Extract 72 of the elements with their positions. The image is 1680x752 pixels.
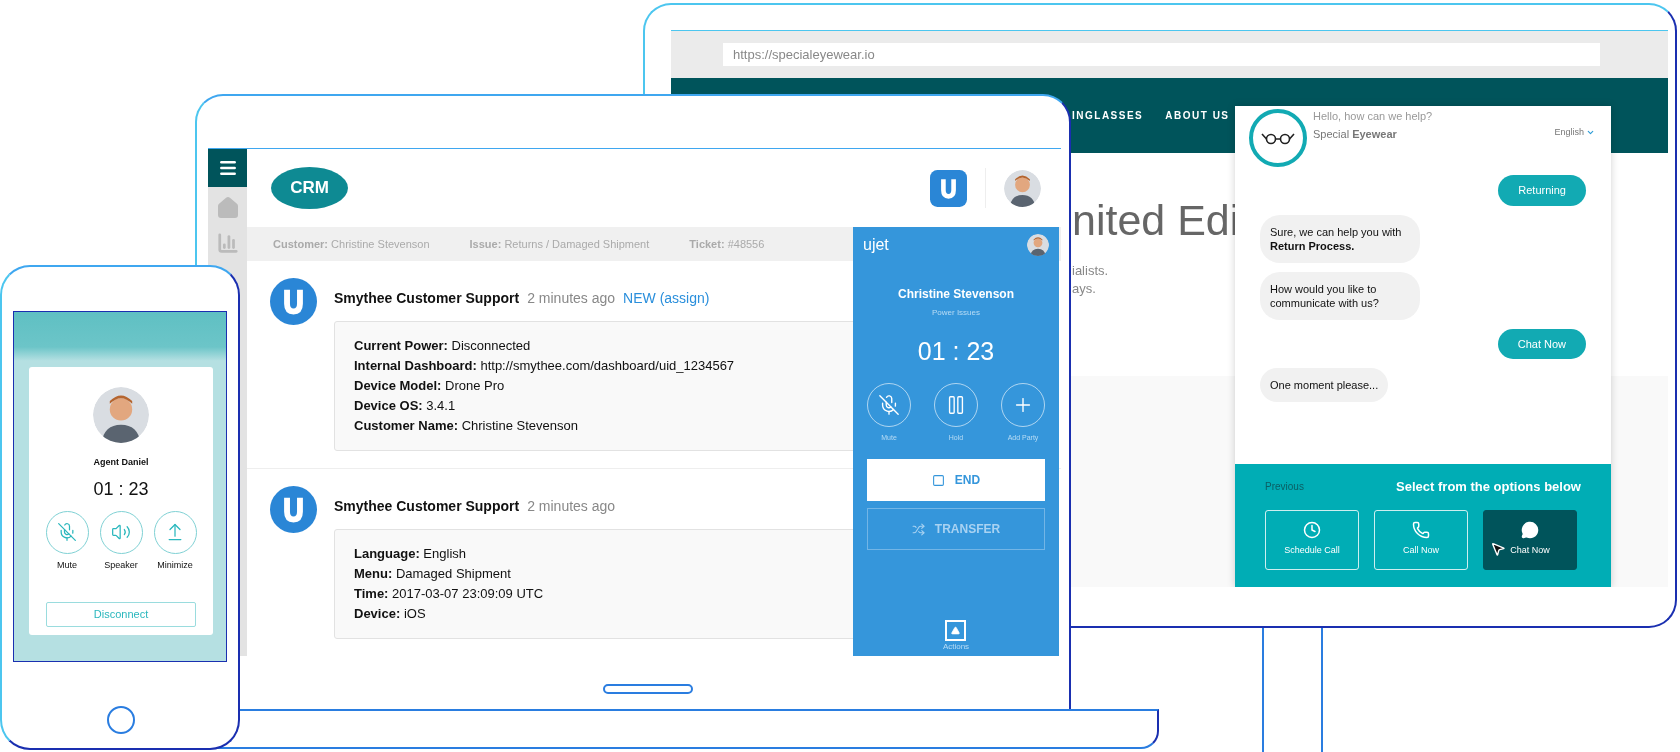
speaker-icon (111, 522, 131, 542)
option-button[interactable]: Schedule Call (1265, 509, 1359, 570)
user-avatar (1004, 169, 1041, 207)
menu-button[interactable] (208, 149, 247, 187)
control-label: Minimize (157, 558, 193, 572)
detail-line: Current Power: Disconnected (354, 337, 531, 355)
crm-logo: CRM (271, 167, 348, 210)
home-button[interactable] (107, 706, 135, 734)
hero-heading: nited Edi (1072, 199, 1240, 242)
post-time: 2 minutes ago (527, 497, 616, 516)
end-button[interactable]: END (867, 459, 1045, 501)
hero-text-line: ialists. (1072, 262, 1109, 280)
message-bubble: Sure, we can help you with Return Process. (1260, 214, 1420, 263)
url-field[interactable]: https://specialeyewear.io (723, 43, 1600, 66)
home-icon[interactable] (215, 196, 240, 220)
shuffle-icon (911, 522, 925, 536)
app-logo (930, 169, 967, 207)
caller-name: Christine Stevenson (898, 286, 1014, 303)
disconnect-button[interactable]: Disconnect (46, 602, 196, 627)
detail-line: Device: iOS (354, 605, 426, 623)
detail-line: Time: 2017-03-07 23:09:09 UTC (354, 585, 544, 603)
speech-bubble-icon (1521, 521, 1539, 540)
cursor-icon (1490, 540, 1506, 557)
phone-icon (1412, 521, 1430, 540)
nav-link[interactable]: INGLASSES (1072, 108, 1144, 123)
post-author: Smythee Customer Support (334, 497, 520, 516)
agent-avatar (1027, 234, 1049, 256)
call-topic: Power Issues (932, 307, 980, 319)
assign-link[interactable]: NEW (assign) (623, 288, 710, 309)
reply-bubble: Chat Now (1497, 328, 1586, 359)
detail-line: Device OS: 3.4.1 (354, 397, 456, 415)
call-timer: 01 : 23 (917, 336, 995, 367)
muted-microphone-icon (57, 522, 77, 542)
ticket-info: Customer: Christine Stevenson (273, 236, 430, 252)
menu-icon (217, 158, 238, 178)
ticket-info: Issue: Returns / Damaged Shipment (469, 236, 650, 252)
ujet-logo: ujet (863, 235, 889, 255)
call-timer: 01 : 23 (93, 477, 149, 501)
detail-line: Menu: Damaged Shipment (354, 565, 511, 583)
author-avatar (270, 486, 317, 533)
detail-line: Customer Name: Christine Stevenson (354, 417, 578, 435)
previous-link[interactable]: Previous (1265, 479, 1304, 495)
reply-bubble: Returning (1498, 175, 1586, 206)
post-author: Smythee Customer Support (334, 289, 520, 308)
agent-avatar (93, 387, 149, 443)
option-button[interactable]: Call Now (1374, 509, 1468, 570)
triangle-icon (951, 626, 961, 635)
nav-link[interactable]: ABOUT US (1165, 108, 1230, 123)
chat-greeting: Hello, how can we help? (1313, 109, 1433, 124)
clock-icon (1303, 521, 1321, 540)
author-avatar (270, 278, 317, 325)
ticket-info: Ticket: #48556 (689, 236, 765, 252)
post-time: 2 minutes ago (527, 289, 616, 308)
detail-line: Device Model: Drone Pro (354, 377, 505, 395)
detail-line: Language: English (354, 545, 466, 563)
language-select[interactable]: English (1554, 126, 1595, 140)
control-label: Mute (57, 558, 77, 572)
actions-button[interactable] (945, 620, 967, 641)
option-button[interactable]: Chat Now (1483, 509, 1577, 570)
muted-microphone-icon (878, 393, 900, 416)
bar-chart-icon[interactable] (216, 232, 239, 254)
message-bubble: One moment please... (1260, 368, 1389, 402)
actions-label: Actions (942, 641, 970, 653)
hero-text-line: ays. (1072, 280, 1096, 298)
control-label: Speaker (104, 558, 138, 572)
chat-brand: Special Eyewear (1313, 127, 1397, 142)
options-prompt: Select from the options below (1396, 478, 1581, 496)
agent-name: Agent Daniel (93, 456, 149, 469)
glasses-icon (1261, 131, 1295, 145)
message-bubble: How would you like to communicate with us? (1260, 271, 1420, 320)
detail-line: Internal Dashboard: http://smythee.com/dashboard/uid_1234567 (354, 357, 735, 375)
square-icon (931, 473, 945, 487)
